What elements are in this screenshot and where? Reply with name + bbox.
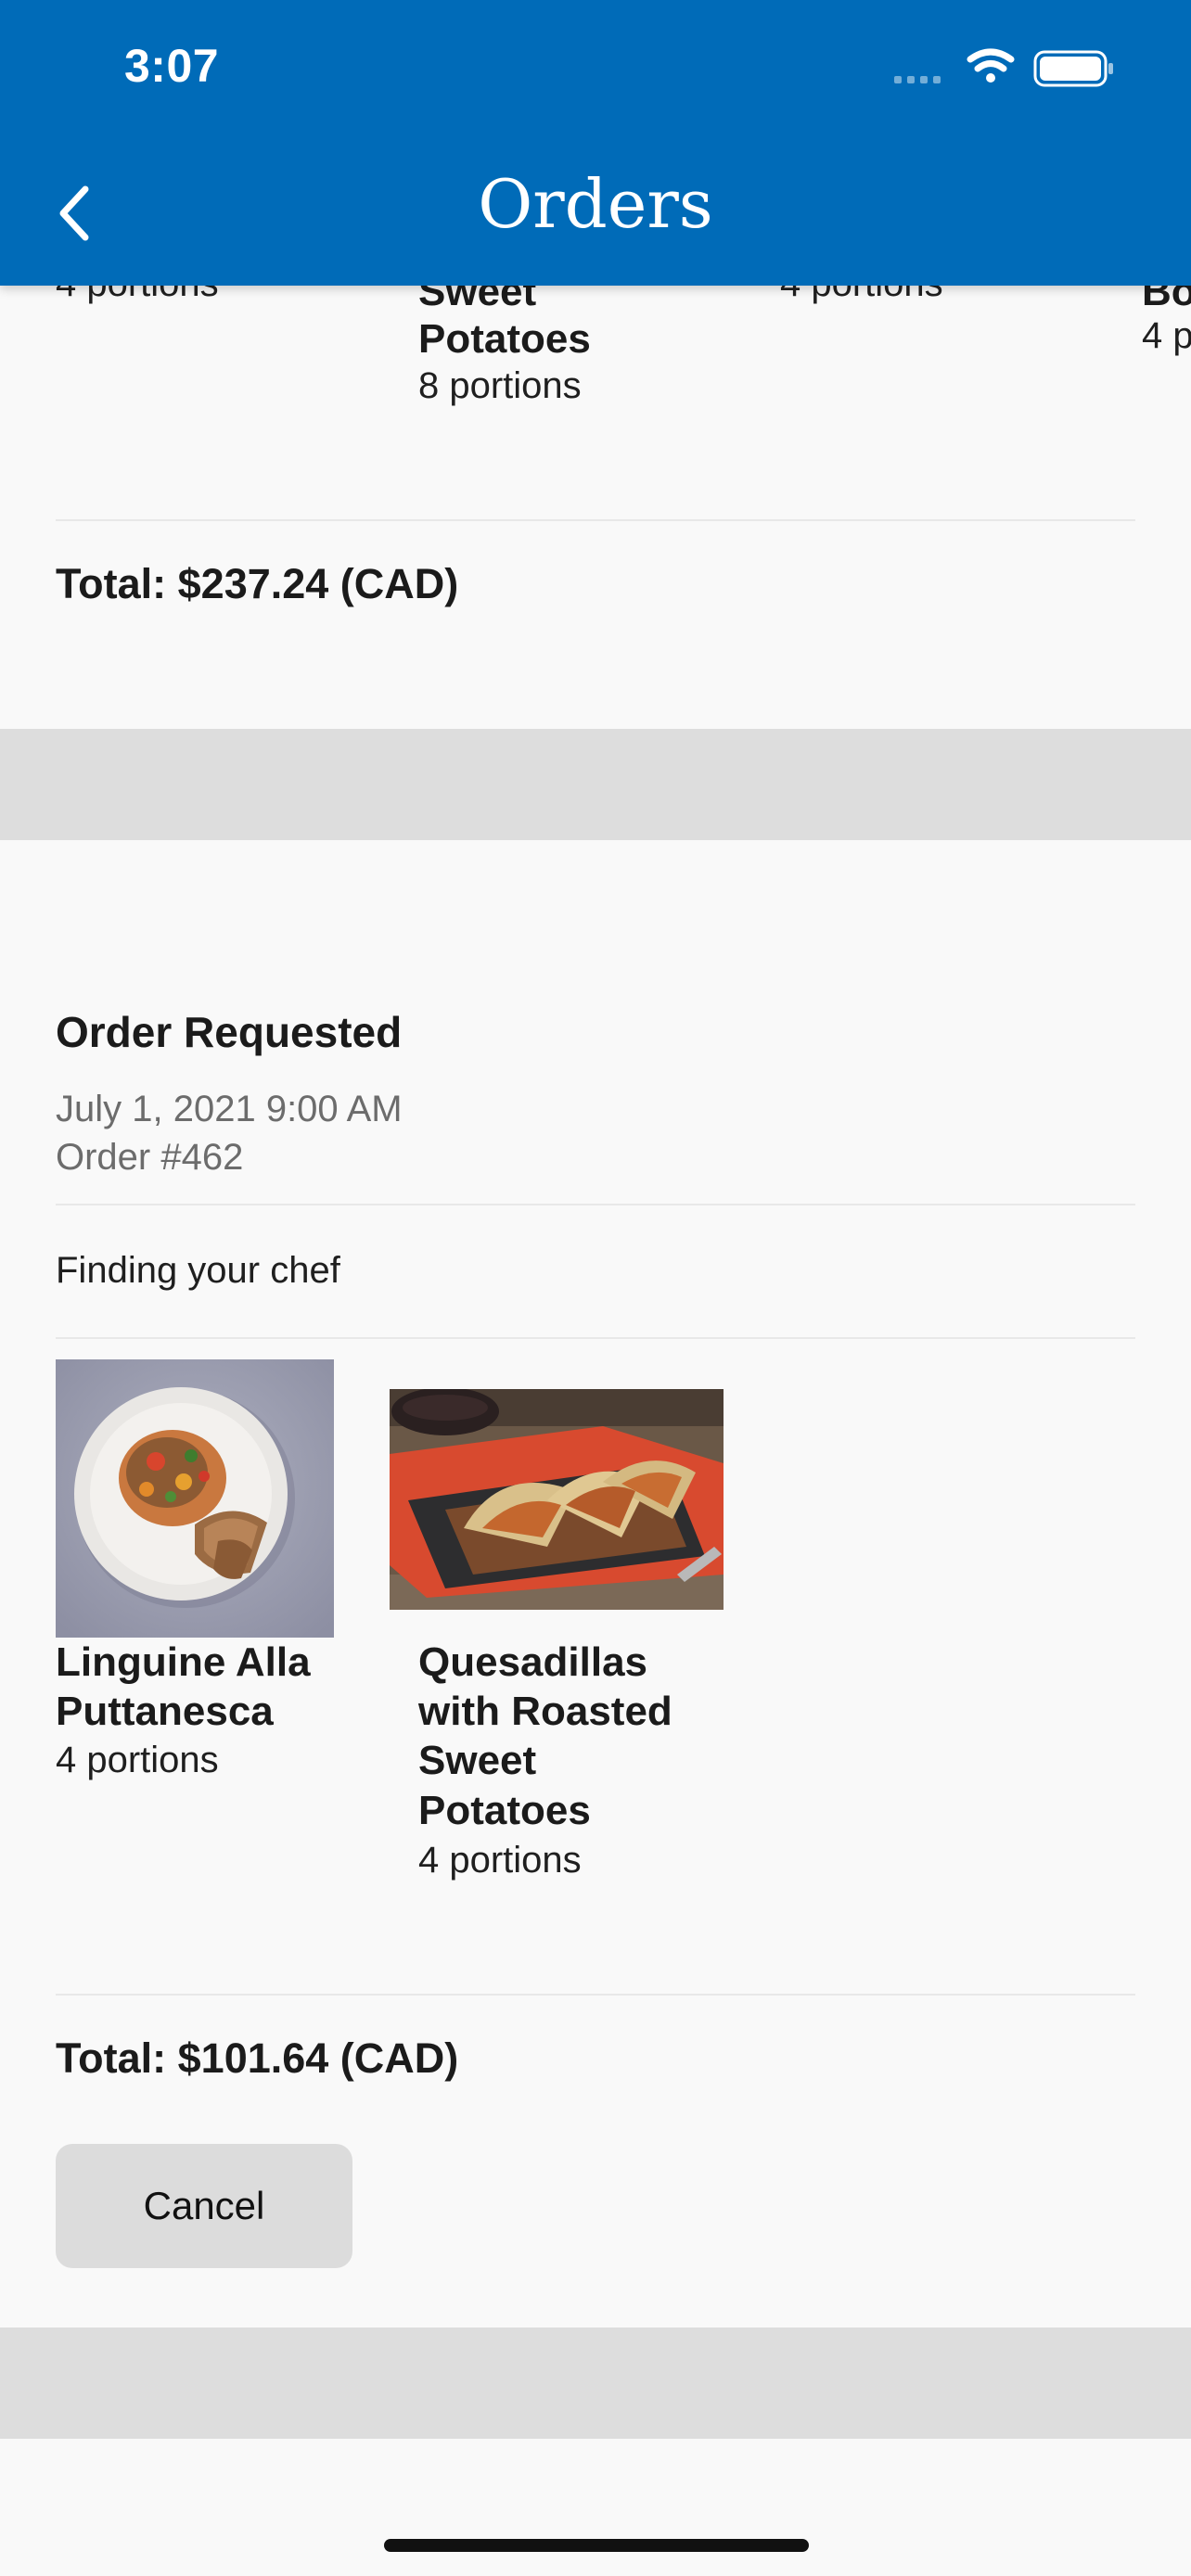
battery-icon (1033, 50, 1113, 87)
order-separator (0, 729, 1191, 840)
status-time: 3:07 (124, 40, 220, 92)
dish-name: Quesadillas (418, 1639, 648, 1685)
dish-name: with Roasted (418, 1689, 672, 1734)
status-icons (894, 48, 1117, 89)
dish-image-linguine (56, 1359, 334, 1638)
dish-name: Potatoes (418, 1788, 591, 1833)
dish-name: Sweet (418, 1738, 537, 1783)
dish-portions: 4 portions (56, 1740, 219, 1780)
order-number: Order #462 (56, 1137, 244, 1178)
cancel-order-button[interactable]: Cancel (56, 2144, 352, 2268)
page-title: Orders (478, 165, 713, 243)
divider (56, 1994, 1135, 1996)
dish-portions: 4 portions (418, 1840, 582, 1881)
order-date: July 1, 2021 9:00 AM (56, 1089, 403, 1129)
order-total: Total: $101.64 (CAD) (56, 2034, 459, 2082)
divider (56, 519, 1135, 521)
dish-image-quesadillas (390, 1387, 724, 1610)
divider (56, 1204, 1135, 1205)
order-progress-text: Finding your chef (56, 1250, 340, 1291)
signal-icon (894, 76, 941, 83)
wifi-icon (967, 48, 1015, 83)
dish-name: Puttanesca (56, 1689, 274, 1734)
app-header: 3:07 Orders (0, 0, 1191, 286)
home-indicator (384, 2539, 809, 2552)
dish-portions: 4 p (1142, 315, 1191, 356)
order-total: Total: $237.24 (CAD) (56, 560, 459, 607)
divider (56, 1337, 1135, 1339)
order-separator (0, 2327, 1191, 2439)
dish-portions: 8 portions (418, 365, 582, 406)
dish-name: Potatoes (418, 316, 591, 362)
orders-screen: 4 portions Sweet Potatoes 8 portions 4 p… (0, 0, 1191, 2576)
order-status: Order Requested (56, 1008, 403, 1056)
dish-name: Linguine Alla (56, 1639, 311, 1685)
